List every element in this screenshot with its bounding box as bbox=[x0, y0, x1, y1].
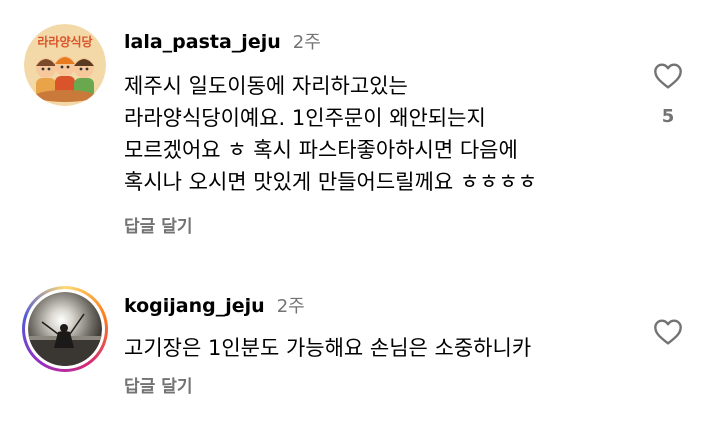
restaurant-logo-avatar: 라라양식당 bbox=[24, 24, 106, 106]
comment-text-line: 모르겠어요 ㅎ 혹시 파스타좋아하시면 다음에 bbox=[124, 138, 518, 162]
like-area: 5 bbox=[648, 60, 688, 127]
comment-text-line: 혹시나 오시면 맛있게 만들어드릴께요 ㅎㅎㅎㅎ bbox=[124, 170, 538, 194]
comment-timestamp[interactable]: 2주 bbox=[293, 28, 321, 54]
like-count[interactable]: 5 bbox=[648, 106, 688, 127]
comment-text: 고기장은 1인분도 가능해요 손님은 소중하니카 bbox=[124, 332, 644, 364]
reply-button[interactable]: 답글 달기 bbox=[124, 372, 192, 397]
avatar[interactable]: 라라양식당 bbox=[24, 24, 106, 106]
heart-outline-icon[interactable] bbox=[651, 316, 685, 348]
comment-text-line: 제주시 일도이동에 자리하고있는 bbox=[124, 74, 408, 98]
username-link[interactable]: lala_pasta_jeju bbox=[124, 31, 281, 53]
sunset-photo-avatar bbox=[28, 292, 102, 366]
comment-item: kogijang_jeju 2주 고기장은 1인분도 가능해요 손님은 소중하니… bbox=[0, 278, 720, 418]
avatar-logo-text: 라라양식당 bbox=[37, 34, 92, 49]
username-link[interactable]: kogijang_jeju bbox=[124, 295, 265, 317]
comment-text: 제주시 일도이동에 자리하고있는 라라양식당이예요. 1인주문이 왜안되는지 모… bbox=[124, 70, 644, 198]
like-area bbox=[648, 316, 688, 352]
comment-text-line: 라라양식당이예요. 1인주문이 왜안되는지 bbox=[124, 106, 486, 130]
comment-header: kogijang_jeju 2주 bbox=[124, 292, 305, 318]
reply-button[interactable]: 답글 달기 bbox=[124, 212, 192, 237]
comment-text-line: 고기장은 1인분도 가능해요 손님은 소중하니카 bbox=[124, 336, 532, 360]
comment-timestamp[interactable]: 2주 bbox=[277, 292, 305, 318]
heart-outline-icon[interactable] bbox=[651, 60, 685, 92]
comment-header: lala_pasta_jeju 2주 bbox=[124, 28, 321, 54]
avatar[interactable] bbox=[28, 292, 102, 366]
comment-item: 라라양식당 lala_pasta_jeju 2주 제주시 일도이동에 자리하고있… bbox=[0, 0, 720, 260]
